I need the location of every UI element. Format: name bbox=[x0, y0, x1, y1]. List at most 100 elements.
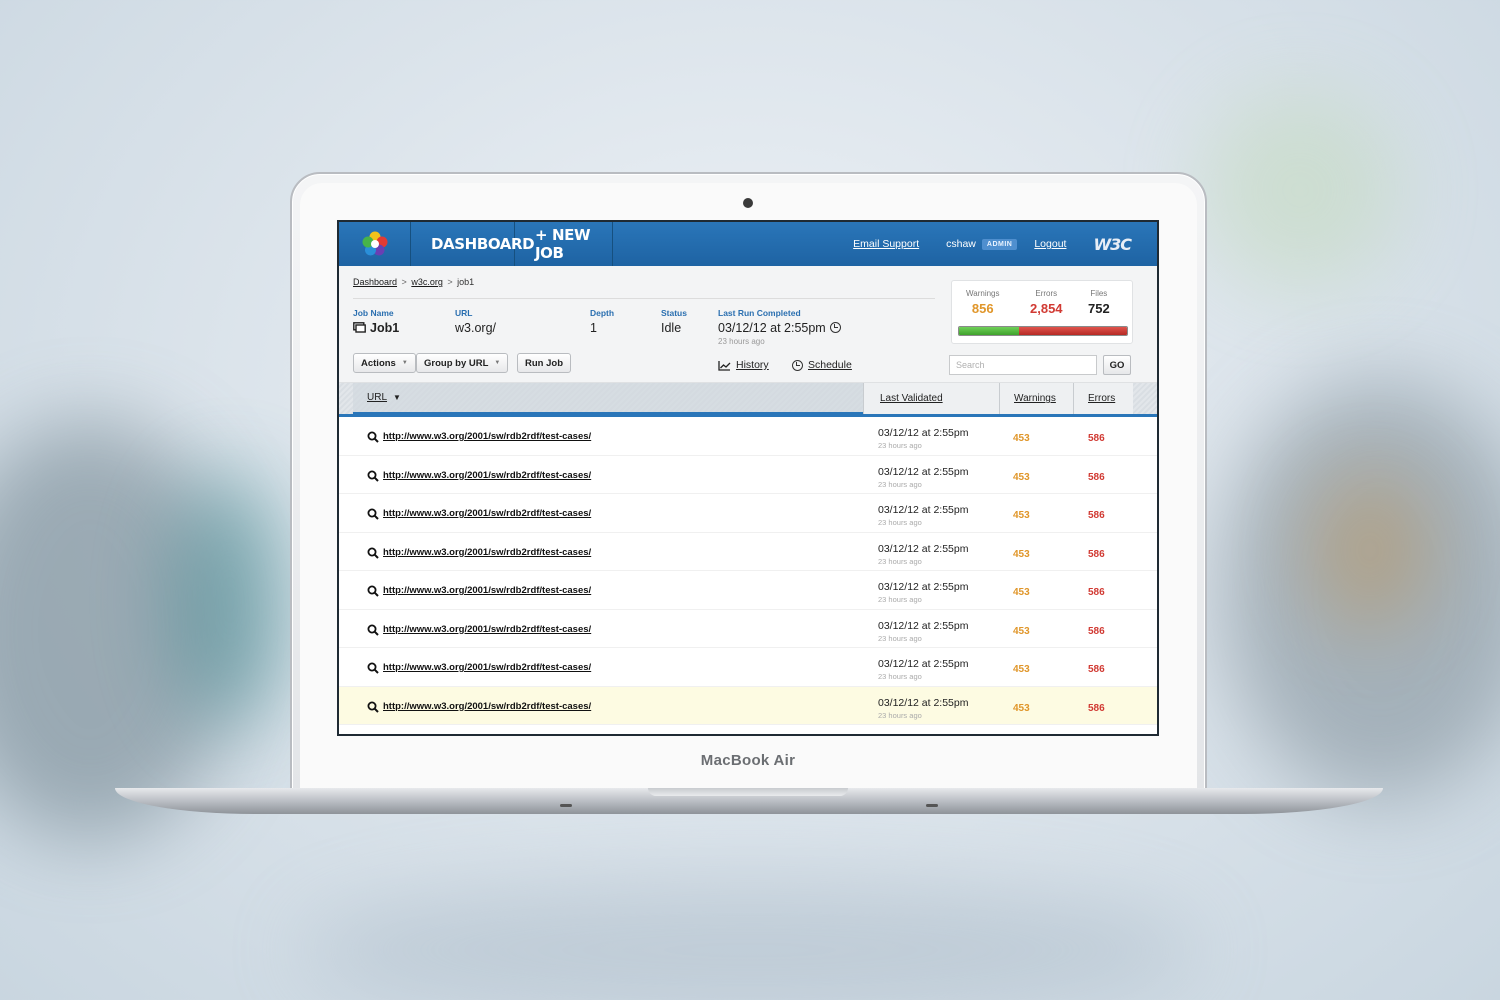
row-warnings: 453 bbox=[1013, 625, 1030, 637]
new-job-nav-button[interactable]: + NEW JOB bbox=[515, 222, 613, 266]
background-blur bbox=[1310, 470, 1430, 630]
row-warnings: 453 bbox=[1013, 510, 1030, 521]
search-icon[interactable] bbox=[367, 431, 379, 443]
row-last-validated: 03/12/12 at 2:55pm bbox=[878, 658, 969, 670]
row-time-ago: 23 hours ago bbox=[878, 595, 922, 604]
job-info-panel: Dashboard > w3c.org > job1 Job Name Job1… bbox=[339, 266, 1157, 383]
flower-logo-icon bbox=[362, 231, 387, 256]
row-warnings: 453 bbox=[1013, 587, 1030, 598]
row-url-link[interactable]: http://www.w3.org/2001/sw/rdb2rdf/test-c… bbox=[383, 624, 591, 635]
warnings-stat-value: 856 bbox=[971, 301, 994, 316]
row-errors: 586 bbox=[1088, 471, 1105, 483]
last-run-value: 03/12/12 at 2:55pm bbox=[718, 321, 826, 335]
depth-label: Depth bbox=[590, 308, 615, 318]
breadcrumb-separator: > bbox=[447, 277, 453, 287]
row-warnings: 453 bbox=[1013, 702, 1030, 714]
row-url-link[interactable]: http://www.w3.org/2001/sw/rdb2rdf/test-c… bbox=[383, 585, 591, 596]
table-row[interactable]: http://www.w3.org/2001/sw/rdb2rdf/test-c… bbox=[339, 494, 1157, 533]
group-by-dropdown[interactable]: Group by URL ▼ bbox=[416, 353, 509, 373]
last-run-row: 03/12/12 at 2:55pm bbox=[718, 321, 841, 335]
row-url-link[interactable]: http://www.w3.org/2001/sw/rdb2rdf/test-c… bbox=[383, 431, 591, 442]
sort-down-icon: ▼ bbox=[393, 393, 401, 402]
row-errors: 586 bbox=[1088, 702, 1105, 714]
clock-icon bbox=[829, 322, 841, 333]
row-last-validated: 03/12/12 at 2:55pm bbox=[878, 542, 969, 555]
run-job-button[interactable]: Run Job bbox=[517, 353, 571, 373]
depth-value: 1 bbox=[590, 321, 597, 335]
table-row[interactable]: http://www.w3.org/2001/sw/rdb2rdf/test-c… bbox=[339, 686, 1157, 725]
row-url-link[interactable]: http://www.w3.org/2001/sw/rdb2rdf/test-c… bbox=[383, 508, 591, 519]
clock-icon bbox=[792, 359, 803, 371]
url-label: URL bbox=[455, 308, 473, 318]
column-last-validated[interactable]: Last Validated bbox=[863, 383, 999, 414]
table-row[interactable]: http://www.w3.org/2001/sw/rdb2rdf/test-c… bbox=[339, 533, 1157, 571]
progress-red bbox=[1019, 327, 1127, 335]
chart-line-icon bbox=[718, 360, 731, 371]
breadcrumb-w3c[interactable]: w3c.org bbox=[411, 277, 443, 287]
table-header: URL ▼ Last Validated Warnings Errors bbox=[339, 383, 1157, 417]
search-icon[interactable] bbox=[367, 662, 379, 674]
table-row[interactable]: http://www.w3.org/2001/sw/rdb2rdf/test-c… bbox=[339, 456, 1157, 494]
table-row[interactable]: http://www.w3.org/2001/sw/rdb2rdf/test-c… bbox=[339, 648, 1157, 687]
row-errors: 586 bbox=[1088, 664, 1105, 675]
row-url-link[interactable]: http://www.w3.org/2001/sw/rdb2rdf/test-c… bbox=[383, 662, 591, 673]
row-errors: 586 bbox=[1088, 433, 1105, 444]
job-name-label: Job Name bbox=[353, 308, 394, 318]
table-row[interactable]: http://www.w3.org/2001/sw/rdb2rdf/test-c… bbox=[339, 417, 1157, 456]
row-last-validated: 03/12/12 at 2:55pm bbox=[878, 619, 969, 632]
actions-dropdown[interactable]: Actions ▼ bbox=[353, 353, 416, 373]
url-field: URL w3.org/ bbox=[455, 308, 496, 335]
search-icon[interactable] bbox=[367, 547, 379, 559]
last-run-label: Last Run Completed bbox=[718, 308, 801, 318]
camera-icon bbox=[743, 198, 753, 208]
status-label: Status bbox=[661, 308, 687, 318]
row-url-link[interactable]: http://www.w3.org/2001/sw/rdb2rdf/test-c… bbox=[383, 470, 591, 481]
background-blur bbox=[300, 880, 1200, 1000]
search-icon[interactable] bbox=[367, 508, 379, 520]
last-run-ago: 23 hours ago bbox=[718, 337, 765, 346]
table-row[interactable]: http://www.w3.org/2001/sw/rdb2rdf/test-c… bbox=[339, 571, 1157, 610]
username: cshaw bbox=[946, 238, 976, 250]
url-value: w3.org/ bbox=[455, 321, 496, 335]
w3c-logo[interactable]: W3C bbox=[1093, 235, 1132, 254]
search-icon[interactable] bbox=[367, 470, 379, 482]
app-screen: DASHBOARD + NEW JOB Email Support cshaw … bbox=[337, 220, 1159, 736]
row-last-validated: 03/12/12 at 2:55pm bbox=[878, 504, 969, 516]
status-value: Idle bbox=[661, 321, 682, 335]
stats-card: Warnings 856 Errors 2,854 Files 752 bbox=[951, 280, 1133, 344]
search-icon[interactable] bbox=[367, 701, 379, 713]
row-time-ago: 23 hours ago bbox=[878, 633, 922, 643]
column-url-label: URL bbox=[367, 392, 388, 403]
device-label: MacBook Air bbox=[700, 752, 796, 769]
history-link[interactable]: History bbox=[718, 359, 769, 371]
search-icon[interactable] bbox=[367, 585, 379, 597]
row-url-link[interactable]: http://www.w3.org/2001/sw/rdb2rdf/test-c… bbox=[383, 701, 591, 712]
search-input[interactable] bbox=[949, 355, 1097, 375]
warnings-stat-label: Warnings bbox=[966, 289, 1000, 298]
schedule-link[interactable]: Schedule bbox=[792, 359, 852, 371]
row-errors: 586 bbox=[1088, 548, 1105, 560]
row-time-ago: 23 hours ago bbox=[878, 441, 922, 450]
row-time-ago: 23 hours ago bbox=[878, 710, 922, 720]
errors-stat: Errors 2,854 bbox=[1030, 289, 1063, 316]
row-errors: 586 bbox=[1088, 510, 1105, 521]
app-logo[interactable] bbox=[339, 222, 411, 266]
row-errors: 586 bbox=[1088, 587, 1105, 598]
email-support-link[interactable]: Email Support bbox=[853, 238, 919, 250]
errors-stat-label: Errors bbox=[1035, 289, 1058, 298]
column-url[interactable]: URL ▼ bbox=[353, 383, 863, 414]
breadcrumb-dashboard[interactable]: Dashboard bbox=[353, 277, 397, 287]
column-errors[interactable]: Errors bbox=[1073, 383, 1133, 414]
table-row[interactable]: http://www.w3.org/2001/sw/rdb2rdf/test-c… bbox=[339, 610, 1157, 648]
go-button[interactable]: GO bbox=[1103, 355, 1131, 375]
logout-link[interactable]: Logout bbox=[1034, 238, 1066, 250]
actions-label: Actions bbox=[361, 357, 396, 369]
search-icon[interactable] bbox=[367, 624, 379, 636]
row-url-link[interactable]: http://www.w3.org/2001/sw/rdb2rdf/test-c… bbox=[383, 547, 591, 558]
row-time-ago: 23 hours ago bbox=[878, 518, 922, 527]
column-warnings[interactable]: Warnings bbox=[999, 383, 1073, 414]
row-warnings: 453 bbox=[1013, 664, 1030, 675]
history-label: History bbox=[736, 359, 769, 371]
dashboard-nav-button[interactable]: DASHBOARD bbox=[411, 222, 535, 266]
row-errors: 586 bbox=[1088, 625, 1105, 637]
